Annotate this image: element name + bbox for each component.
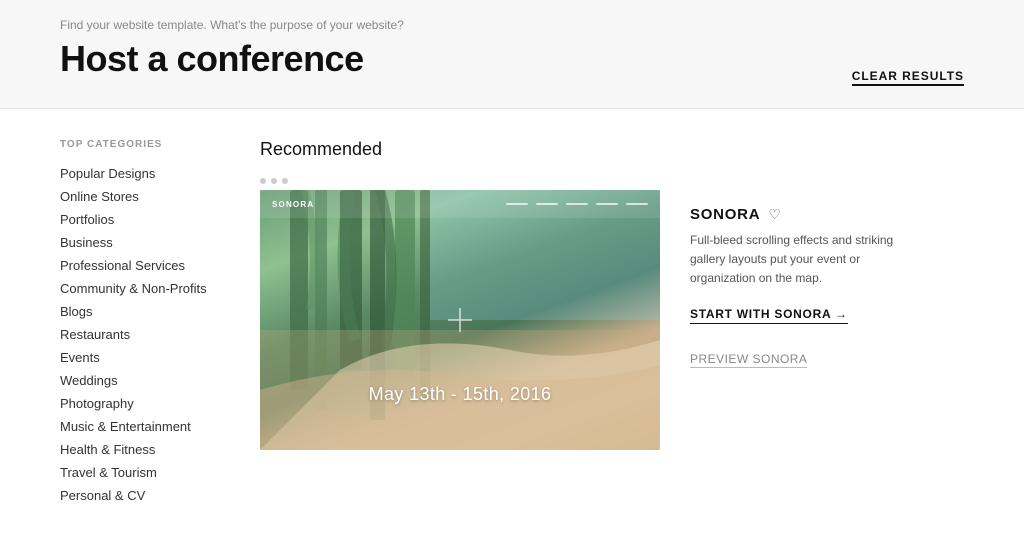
template-image[interactable]: SONORA May 13th - 15th, 2016 <box>260 190 660 450</box>
recommended-heading: Recommended <box>260 139 964 160</box>
sidebar-item-events[interactable]: Events <box>60 346 220 369</box>
template-nav-items <box>506 203 648 205</box>
dot-3 <box>282 178 288 184</box>
clear-results-button[interactable]: CLEAR RESULTS <box>852 69 964 86</box>
preview-dots <box>260 178 660 184</box>
sidebar-item-online-stores[interactable]: Online Stores <box>60 185 220 208</box>
header-section: Find your website template. What's the p… <box>0 0 1024 109</box>
content-area: Recommended <box>260 139 964 507</box>
template-name: SONORA <box>690 206 760 223</box>
page-title: Host a conference <box>60 38 964 80</box>
template-showcase: SONORA May 13th - 15th, 2016 <box>260 178 964 450</box>
dot-1 <box>260 178 266 184</box>
start-with-button[interactable]: START WITH SONORA → <box>690 307 848 324</box>
header-subtitle: Find your website template. What's the p… <box>60 18 964 32</box>
template-name-row: SONORA ♡ <box>690 206 964 223</box>
sidebar-item-popular-designs[interactable]: Popular Designs <box>60 162 220 185</box>
nav-item-2 <box>536 203 558 205</box>
sidebar-item-music[interactable]: Music & Entertainment <box>60 415 220 438</box>
sidebar-item-portfolios[interactable]: Portfolios <box>60 208 220 231</box>
nav-item-1 <box>506 203 528 205</box>
sidebar-item-blogs[interactable]: Blogs <box>60 300 220 323</box>
nav-item-4 <box>596 203 618 205</box>
nav-item-3 <box>566 203 588 205</box>
preview-link[interactable]: PREVIEW SONORA <box>690 352 807 368</box>
sidebar-item-travel[interactable]: Travel & Tourism <box>60 461 220 484</box>
sidebar-item-health[interactable]: Health & Fitness <box>60 438 220 461</box>
template-logo: SONORA <box>272 200 314 209</box>
nav-item-5 <box>626 203 648 205</box>
heart-icon[interactable]: ♡ <box>768 206 781 223</box>
sidebar-item-professional-services[interactable]: Professional Services <box>60 254 220 277</box>
sidebar-item-photography[interactable]: Photography <box>60 392 220 415</box>
sidebar-item-restaurants[interactable]: Restaurants <box>60 323 220 346</box>
template-navbar: SONORA <box>260 190 660 218</box>
main-content: TOP CATEGORIES Popular Designs Online St… <box>0 109 1024 537</box>
sidebar-item-personal[interactable]: Personal & CV <box>60 484 220 507</box>
sidebar-item-weddings[interactable]: Weddings <box>60 369 220 392</box>
sidebar-heading: TOP CATEGORIES <box>60 139 220 150</box>
template-date: May 13th - 15th, 2016 <box>260 384 660 405</box>
sidebar-item-community[interactable]: Community & Non-Profits <box>60 277 220 300</box>
sidebar: TOP CATEGORIES Popular Designs Online St… <box>60 139 220 507</box>
dot-2 <box>271 178 277 184</box>
sidebar-item-business[interactable]: Business <box>60 231 220 254</box>
template-crosshair <box>448 308 472 332</box>
template-preview: SONORA May 13th - 15th, 2016 <box>260 178 660 450</box>
template-description: Full-bleed scrolling effects and strikin… <box>690 231 910 289</box>
template-info: SONORA ♡ Full-bleed scrolling effects an… <box>690 178 964 366</box>
